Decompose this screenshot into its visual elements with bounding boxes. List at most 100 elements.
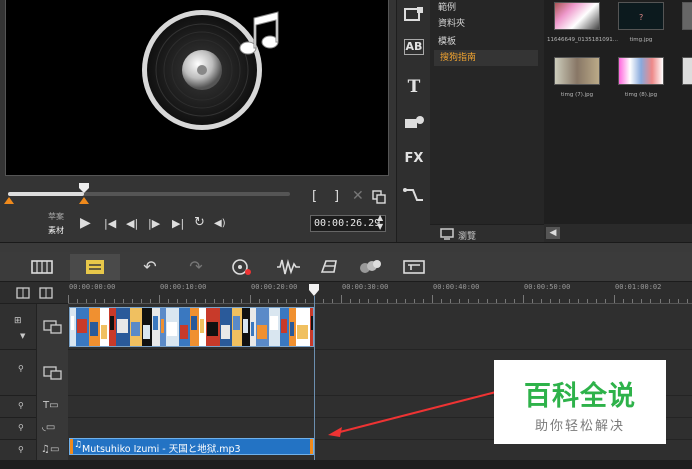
tree-item-samples[interactable]: 範例 [438,0,456,13]
ruler-tick [659,299,661,303]
timecode-field[interactable]: 00:00:26.29 [310,215,386,232]
tree-item-templates[interactable]: 模板 [438,34,456,47]
record-capture-icon[interactable] [228,256,256,278]
transition-icon[interactable]: AB [404,39,424,55]
ruler-tick [632,299,634,303]
play-button[interactable]: ▶ [80,216,91,230]
clip-frame-detail [71,316,74,330]
next-frame-button[interactable]: |▶ [148,217,160,231]
thumbnail-4[interactable] [554,57,600,85]
mark-in-handle[interactable] [4,197,14,204]
thumbnail-caption-3: timg (7).jpg [560,92,594,98]
ruler-tick [68,295,69,303]
ruler-tick [650,299,652,303]
filter-icon[interactable]: FX [401,148,427,170]
ruler-tick-label: 00:00:50:00 [524,283,571,291]
clip-frame-detail [200,319,204,333]
ruler-tick [568,299,570,303]
ruler-tick [286,299,288,303]
thumbnail-1[interactable] [554,2,600,30]
graphic-icon[interactable] [401,112,427,134]
ruler-tick [250,295,251,303]
playhead-marker[interactable] [309,284,319,296]
path-icon[interactable] [401,184,427,206]
audio-trim-left-handle[interactable] [70,439,73,454]
library-tool-column: AB T FX [396,0,430,242]
thumbnail-5[interactable] [618,57,664,85]
timeline-scrollbar[interactable] [0,460,692,469]
voice-track-label[interactable]: ◟▭ [36,418,68,440]
subtitle-editor-icon[interactable] [400,256,428,278]
end-button[interactable]: ▶| [172,217,184,231]
ruler-tick [486,299,488,303]
project-mode-label[interactable]: 苹案 [48,211,64,222]
mark-out-handle[interactable] [79,197,89,204]
volume-icon[interactable]: ◀) [214,217,226,231]
ruler-tick [222,299,224,303]
ruler-tick [177,299,179,303]
ruler-tick [595,299,597,303]
ruler-tick [304,299,306,303]
scrubber-handle[interactable] [79,183,89,193]
storyboard-view-icon[interactable] [28,256,56,278]
repeat-icon[interactable]: ↻ [194,216,205,230]
clip-frame-detail [297,325,308,339]
mark-out-button[interactable]: ] [334,190,339,204]
home-button[interactable]: |◀ [104,217,116,231]
ruler-tick-label: 00:00:30:00 [342,283,389,291]
browse-label[interactable]: 瀏覽 [458,229,476,242]
ruler-tick [277,299,279,303]
copy-icon[interactable] [372,190,386,204]
auto-music-icon[interactable] [316,256,344,278]
track-expand-icon[interactable]: ▼ [20,332,25,340]
mark-in-button[interactable]: [ [312,190,317,204]
ripple-edit-icon[interactable]: ⊞ [14,316,22,326]
ruler-tick [213,299,215,303]
panel-divider[interactable] [0,242,692,252]
clip-frame-detail [290,322,294,336]
audio-trim-right-handle[interactable] [310,439,313,454]
ruler-tick [586,299,588,303]
timecode-up-icon[interactable]: ▲ [377,214,383,222]
clip-frame-detail [257,325,267,339]
clip-frame-detail [90,322,98,336]
overlay-lock-icon[interactable]: ⚲ [18,364,24,373]
audio-clip[interactable]: ♫ Mutsuhiko Izumi - 天国と地狱.mp3 [69,438,314,455]
timeline-ruler[interactable]: 00:00:00:00 00:00:10:00 00:00:20:00 00:00:3… [68,282,692,304]
undo-icon[interactable]: ↶ [136,256,164,278]
title-lock-icon[interactable]: ⚲ [18,401,24,410]
music-track-icon: ♫▭ [41,444,60,455]
video-clip[interactable] [69,307,314,347]
thumbnail-2[interactable]: ? [618,2,664,30]
thumbnail-6-partial[interactable] [682,57,692,85]
timecode-down-icon[interactable]: ▼ [377,223,383,231]
tree-item-folders[interactable]: 資料夾 [438,16,465,29]
motion-tracking-icon[interactable] [356,256,384,278]
clip-frame-detail [251,322,254,336]
scrubber-progress [8,192,84,196]
ruler-tick-label: 00:00:20:00 [251,283,298,291]
redo-icon[interactable]: ↷ [182,256,210,278]
prev-frame-button[interactable]: ◀| [126,217,138,231]
browse-icon[interactable] [440,228,454,240]
timeline-view-icon[interactable] [70,254,120,280]
ruler-tick [541,299,543,303]
media-icon[interactable] [401,4,427,26]
overlay-track-label[interactable] [36,350,68,396]
clip-mode-label[interactable]: 素材 [48,225,64,236]
tree-item-sogou-guide[interactable]: 搜狗指南 [434,50,538,66]
music-track-label[interactable]: ♫▭ [36,440,68,462]
scroll-left-icon[interactable]: ◀ [546,227,560,239]
title-track-label[interactable]: T▭ [36,396,68,418]
audio-mixer-icon[interactable] [274,256,302,278]
video-track-label[interactable] [36,304,68,350]
clip-frame-detail [270,316,278,330]
music-lock-icon[interactable]: ⚲ [18,445,24,454]
split-clip-icon[interactable]: ✕ [352,189,364,203]
thumbnail-scrollbar[interactable]: ◀ [544,224,692,242]
ruler-tick-label: 00:01:00:02 [615,283,662,291]
voice-lock-icon[interactable]: ⚲ [18,423,24,432]
track-manager-icon[interactable] [16,287,56,299]
thumbnail-3-partial[interactable] [682,2,692,30]
title-icon[interactable]: T [401,76,427,98]
